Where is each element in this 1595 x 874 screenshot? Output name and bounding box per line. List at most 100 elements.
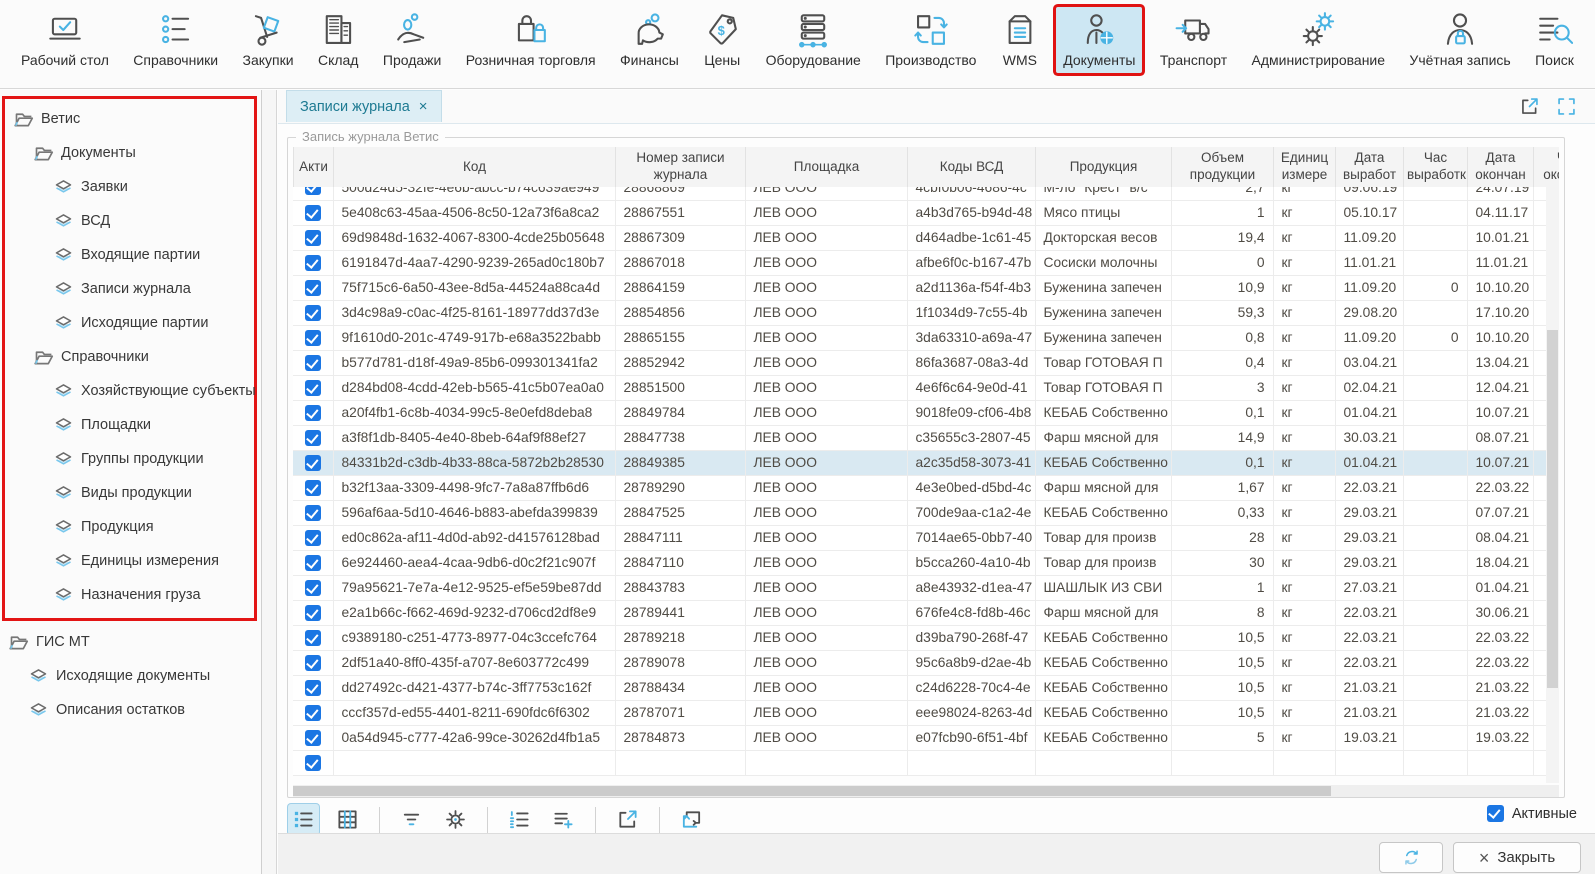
table-row[interactable]: 0a54d945-c777-42a6-99ce-30262d4fb1a52878…: [293, 725, 1559, 750]
row-checkbox[interactable]: [305, 655, 321, 671]
toolbar-item-warehouse[interactable]: Склад: [311, 7, 366, 73]
repeat-icon[interactable]: [676, 804, 707, 835]
toolbar-item-search[interactable]: Поиск: [1528, 7, 1581, 73]
row-checkbox[interactable]: [305, 405, 321, 421]
column-header-vsd[interactable]: Коды ВСД: [908, 147, 1036, 187]
sidebar-scrollbar[interactable]: [262, 90, 277, 874]
horizontal-scrollbar[interactable]: [293, 785, 1559, 797]
add-list-icon[interactable]: [548, 804, 579, 835]
vertical-scrollbar[interactable]: [1546, 187, 1559, 783]
table-row[interactable]: 2df51a40-8ff0-435f-a707-8e603772c4992878…: [293, 650, 1559, 675]
row-checkbox[interactable]: [305, 530, 321, 546]
column-header-code[interactable]: Код: [334, 147, 616, 187]
row-checkbox[interactable]: [305, 430, 321, 446]
sidebar-item[interactable]: Хозяйствующие субъекты: [5, 374, 254, 408]
table-row[interactable]: a3f8f1db-8405-4e40-8beb-64af9f88ef272884…: [293, 425, 1559, 450]
row-checkbox[interactable]: [305, 205, 321, 221]
sidebar-item[interactable]: Единицы измерения: [5, 544, 254, 578]
toolbar-item-desktop[interactable]: Рабочий стол: [14, 7, 116, 73]
row-checkbox[interactable]: [305, 680, 321, 696]
sidebar-item[interactable]: Исходящие партии: [5, 306, 254, 340]
toolbar-item-wms[interactable]: WMS: [994, 7, 1046, 73]
sidebar-item[interactable]: Записи журнала: [5, 272, 254, 306]
filter-icon[interactable]: [396, 804, 427, 835]
column-header-hour_end[interactable]: Час окончан: [1534, 147, 1560, 187]
table-row[interactable]: e2a1b66c-f662-469d-9232-d706cd2df8e92878…: [293, 600, 1559, 625]
table-row[interactable]: 5e408c63-45aa-4506-8c50-12a73f6a8ca22886…: [293, 200, 1559, 225]
toolbar-item-account[interactable]: Учётная запись: [1402, 7, 1517, 73]
table-row[interactable]: 6e924460-aea4-4caa-9db6-d0c2f21c907f2884…: [293, 550, 1559, 575]
open-window-icon[interactable]: [1519, 96, 1540, 117]
table-row[interactable]: 9f1610d0-201c-4749-917b-e68a3522babb2886…: [293, 325, 1559, 350]
sidebar-item[interactable]: Справочники: [5, 340, 254, 374]
table-row[interactable]: cccf357d-ed55-4401-8211-690fdc6f63022878…: [293, 700, 1559, 725]
gear-icon[interactable]: [440, 804, 471, 835]
table-row[interactable]: 79a95621-7e7a-4e12-9525-ef5e59be87dd2884…: [293, 575, 1559, 600]
open-external-icon[interactable]: [612, 804, 643, 835]
row-checkbox[interactable]: [305, 555, 321, 571]
toolbar-item-prices[interactable]: $Цены: [696, 7, 748, 73]
tab-close-icon[interactable]: ×: [419, 99, 428, 114]
table-row[interactable]: b32f13aa-3309-4498-9fc7-7a8a87ffb6d62878…: [293, 475, 1559, 500]
sidebar-item[interactable]: Группы продукции: [5, 442, 254, 476]
column-header-date_end[interactable]: Дата окончан: [1468, 147, 1534, 187]
row-checkbox[interactable]: [305, 355, 321, 371]
tab-journal-records[interactable]: Записи журнала ×: [286, 90, 442, 122]
row-checkbox[interactable]: [305, 455, 321, 471]
sidebar-item[interactable]: Документы: [5, 136, 254, 170]
sidebar-item[interactable]: Площадки: [5, 408, 254, 442]
toolbar-item-catalogs[interactable]: Справочники: [126, 7, 225, 73]
toolbar-item-transport[interactable]: Транспорт: [1153, 7, 1234, 73]
vertical-scrollbar-thumb[interactable]: [1547, 330, 1558, 688]
sidebar-item[interactable]: Заявки: [5, 170, 254, 204]
toolbar-item-documents[interactable]: Документы: [1056, 7, 1142, 73]
toolbar-item-production[interactable]: Производство: [878, 7, 983, 73]
row-checkbox[interactable]: [305, 305, 321, 321]
column-header-date_prod[interactable]: Дата выработ: [1336, 147, 1404, 187]
table-row[interactable]: b577d781-d18f-49a9-85b6-099301341fa22885…: [293, 350, 1559, 375]
numbered-list-icon[interactable]: [504, 804, 535, 835]
list-view-icon[interactable]: [288, 804, 319, 835]
table-row[interactable]: 69d9848d-1632-4067-8300-4cde25b056482886…: [293, 225, 1559, 250]
table-row[interactable]: 6191847d-4aa7-4290-9239-265ad0c180b72886…: [293, 250, 1559, 275]
row-checkbox[interactable]: [305, 605, 321, 621]
column-header-site[interactable]: Площадка: [746, 147, 908, 187]
sidebar-item[interactable]: Входящие партии: [5, 238, 254, 272]
row-checkbox[interactable]: [305, 187, 321, 195]
fullscreen-icon[interactable]: [1556, 96, 1577, 117]
sidebar-item[interactable]: Ветис: [5, 102, 254, 136]
row-checkbox[interactable]: [305, 380, 321, 396]
toolbar-item-administration[interactable]: Администрирование: [1245, 7, 1393, 73]
toolbar-item-purchases[interactable]: Закупки: [236, 7, 301, 73]
refresh-button[interactable]: [1379, 842, 1443, 873]
row-checkbox[interactable]: [305, 480, 321, 496]
toolbar-item-retail[interactable]: Розничная торговля: [459, 7, 603, 73]
table-row[interactable]: d284bd08-4cdd-42eb-b565-41c5b07ea0a02885…: [293, 375, 1559, 400]
sidebar-item[interactable]: Виды продукции: [5, 476, 254, 510]
column-header-product[interactable]: Продукция: [1036, 147, 1172, 187]
row-checkbox[interactable]: [305, 280, 321, 296]
row-checkbox[interactable]: [305, 505, 321, 521]
row-checkbox[interactable]: [305, 630, 321, 646]
row-checkbox[interactable]: [305, 230, 321, 246]
sidebar-item[interactable]: Назначения груза: [5, 578, 254, 612]
toolbar-item-equipment[interactable]: Оборудование: [759, 7, 868, 73]
sidebar-item[interactable]: ВСД: [5, 204, 254, 238]
table-row[interactable]: ed0c862a-af11-4d0d-ab92-d41576128bad2884…: [293, 525, 1559, 550]
row-checkbox[interactable]: [305, 580, 321, 596]
table-row[interactable]: 3d4c98a9-c0ac-4f25-8161-18977dd37d3e2885…: [293, 300, 1559, 325]
row-checkbox[interactable]: [305, 730, 321, 746]
table-row[interactable]: 500d24d5-32fe-4e6b-abcc-b74c639ae9492886…: [293, 187, 1559, 200]
table-row[interactable]: a20f4fb1-6c8b-4034-99c5-8e0efd8deba82884…: [293, 400, 1559, 425]
column-header-unit[interactable]: Единиц измере: [1274, 147, 1336, 187]
column-header-active[interactable]: Акти: [294, 147, 334, 187]
sidebar-item[interactable]: Продукция: [5, 510, 254, 544]
grid-icon[interactable]: [332, 804, 363, 835]
table-row[interactable]: dd27492c-d421-4377-b74c-3ff7753c162f2878…: [293, 675, 1559, 700]
column-header-hour_prod[interactable]: Час выработк: [1404, 147, 1468, 187]
sidebar-item[interactable]: Исходящие документы: [0, 659, 261, 693]
table-row[interactable]: 84331b2d-c3db-4b33-88ca-5872b2b285302884…: [293, 450, 1559, 475]
close-button[interactable]: × Закрыть: [1453, 842, 1581, 873]
table-row[interactable]: c9389180-c251-4773-8977-04c3ccefc7642878…: [293, 625, 1559, 650]
horizontal-scrollbar-thumb[interactable]: [293, 786, 1331, 796]
